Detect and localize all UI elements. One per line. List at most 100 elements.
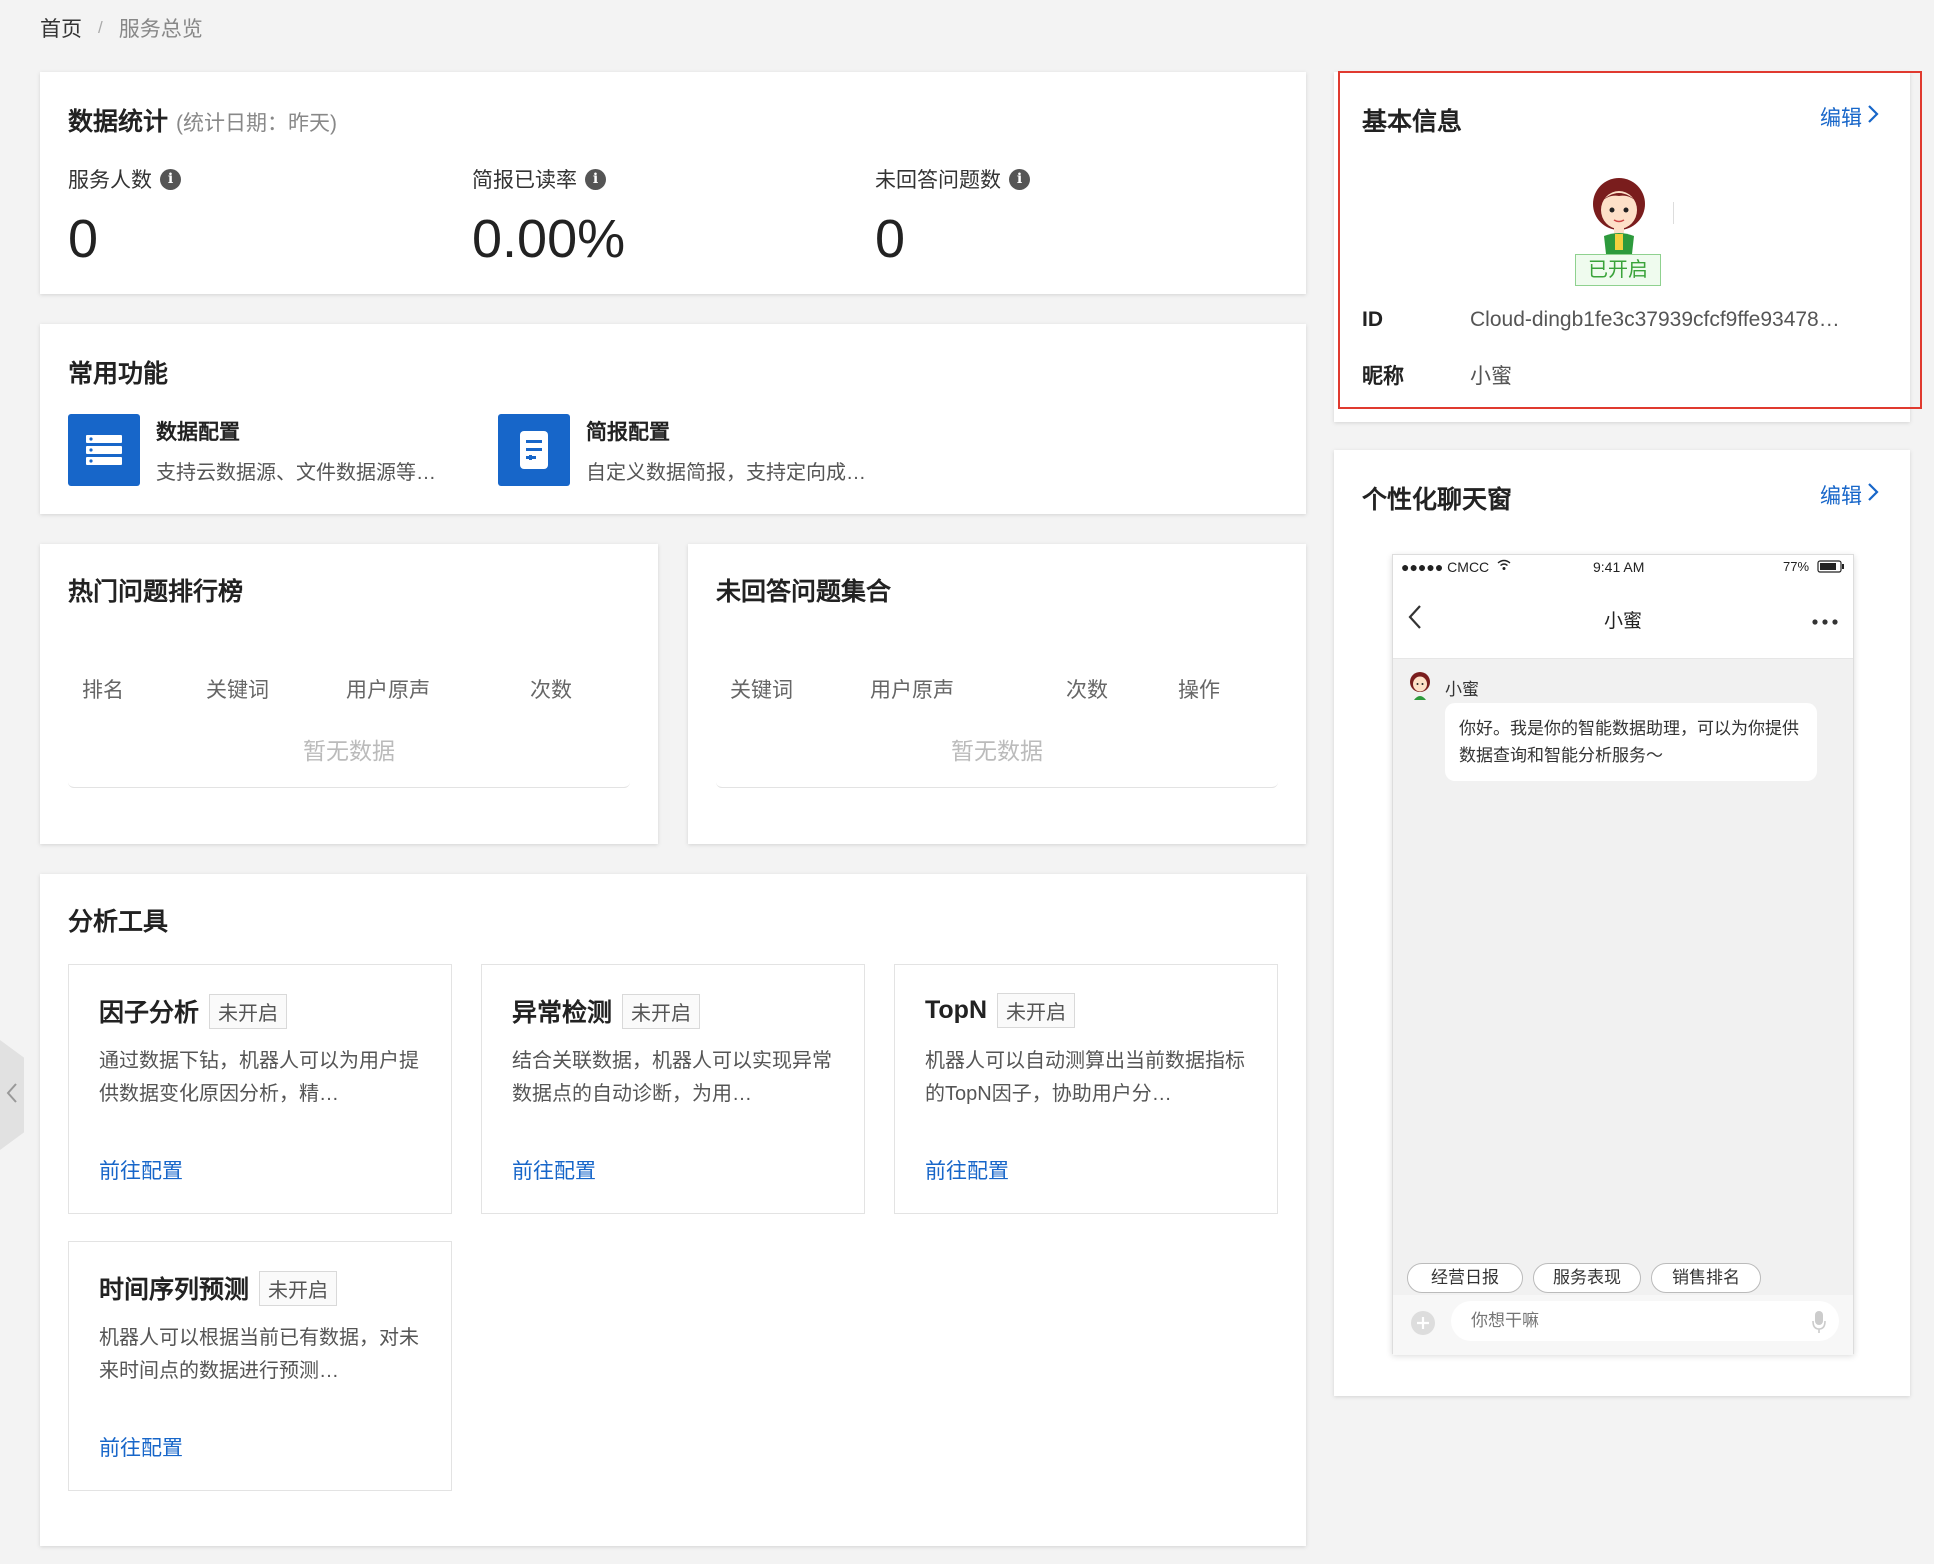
sidebar-collapse-handle[interactable] <box>0 1040 24 1150</box>
avatar <box>1584 174 1654 263</box>
status-badge: 未开启 <box>259 1270 338 1306</box>
tool-name: TopN <box>925 996 988 1024</box>
chevron-right-icon <box>1866 104 1880 130</box>
column-header: 次数 <box>1066 679 1108 702</box>
tool-anomaly-detection: 异常检测 未开启 结合关联数据，机器人可以实现异常数据点的自动诊断，为用… 前往… <box>481 964 865 1214</box>
stat-value: 0.00% <box>472 209 626 269</box>
configure-link[interactable]: 前往配置 <box>99 1432 183 1462</box>
status-badge: 未开启 <box>997 993 1076 1028</box>
breadcrumb: 首页 / 服务总览 <box>40 10 203 46</box>
empty-placeholder: 暂无数据 <box>68 714 630 788</box>
stats-card: 数据统计 (统计日期：昨天) 服务人数 i 0 简报已读率 i 0.00% 未回答问题… <box>40 72 1306 294</box>
analysis-tools-card: 分析工具 因子分析 未开启 通过数据下钻，机器人可以为用户提供数据变化原因分析，… <box>40 874 1306 1546</box>
chat-bubble: 你好。我是你的智能数据助理，可以为你提供数据查询和智能分析服务～ <box>1445 703 1817 781</box>
hot-title: 热门问题排行榜 <box>68 578 244 606</box>
stat-read-rate: 简报已读率 i 0.00% <box>472 164 625 266</box>
tool-factor-analysis: 因子分析 未开启 通过数据下钻，机器人可以为用户提供数据变化原因分析，精… 前往… <box>68 964 452 1214</box>
tools-title: 分析工具 <box>68 908 169 936</box>
add-icon[interactable] <box>1409 1309 1437 1342</box>
column-header: 用户原声 <box>870 679 954 702</box>
clock-label: 9:41 AM <box>1593 559 1645 575</box>
chat-title: 个性化聊天窗 <box>1362 486 1513 514</box>
stat-label: 服务人数 <box>68 169 152 192</box>
bot-name: 小蜜 <box>1445 680 1479 699</box>
table-header: 关键词 用户原声 次数 操作 <box>716 664 1278 714</box>
basic-info-card: 基本信息 编辑 已开启 ID Cloud-dingb1fe3c37939cfcf… <box>1334 72 1910 422</box>
common-title: 常用功能 <box>68 360 169 388</box>
stat-label: 未回答问题数 <box>875 169 1001 192</box>
hot-questions-card: 热门问题排行榜 排名 关键词 用户原声 次数 暂无数据 <box>40 544 658 844</box>
unanswered-questions-card: 未回答问题集合 关键词 用户原声 次数 操作 暂无数据 <box>688 544 1306 844</box>
tool-topn: TopN 未开启 机器人可以自动测算出当前数据指标的TopN因子，协助用户分… … <box>894 964 1278 1214</box>
configure-link[interactable]: 前往配置 <box>925 1155 1009 1185</box>
breadcrumb-current: 服务总览 <box>118 18 203 41</box>
phone-status-bar: ●●●●● CMCC 9:41 AM 77% <box>1393 555 1853 579</box>
list-icon <box>68 414 140 486</box>
stats-title: 数据统计 (统计日期：昨天) <box>68 102 337 138</box>
edit-chat-button[interactable]: 编辑 <box>1820 480 1880 510</box>
table-header: 排名 关键词 用户原声 次数 <box>68 664 630 714</box>
report-config-shortcut[interactable]: 简报配置 自定义数据简报，支持定向成… <box>498 414 866 486</box>
tool-name: 异常检测 <box>512 999 613 1027</box>
divider <box>1673 202 1674 224</box>
info-icon[interactable]: i <box>160 168 181 190</box>
phone-nav-bar: 小蜜 <box>1393 579 1853 659</box>
stats-title-text: 数据统计 <box>68 108 169 136</box>
chevron-left-icon <box>6 1082 18 1109</box>
func-name: 简报配置 <box>586 420 670 444</box>
microphone-icon[interactable] <box>1811 1309 1827 1340</box>
quick-reply-chip[interactable]: 销售排名 <box>1651 1263 1761 1293</box>
document-icon <box>498 414 570 486</box>
empty-placeholder: 暂无数据 <box>716 714 1278 788</box>
stat-label: 简报已读率 <box>472 169 577 192</box>
stat-service-users: 服务人数 i 0 <box>68 164 181 266</box>
chat-nav-title: 小蜜 <box>1603 611 1642 632</box>
info-icon[interactable]: i <box>585 168 606 190</box>
stats-subtitle: (统计日期：昨天) <box>176 112 338 135</box>
status-badge: 未开启 <box>622 993 701 1029</box>
tool-desc: 结合关联数据，机器人可以实现异常数据点的自动诊断，为用… <box>512 1050 832 1105</box>
more-icon[interactable] <box>1811 613 1839 631</box>
column-header: 次数 <box>530 679 572 702</box>
column-header: 关键词 <box>730 679 793 702</box>
func-name: 数据配置 <box>156 420 240 444</box>
stat-unanswered: 未回答问题数 i 0 <box>875 164 1030 266</box>
id-value: Cloud-dingb1fe3c37939cfcf9ffe93478… <box>1470 308 1840 331</box>
common-functions-card: 常用功能 数据配置 支持云数据源、文件数据源等… 简报配置 自定义数据简报，支持… <box>40 324 1306 514</box>
quick-reply-chip[interactable]: 经营日报 <box>1407 1263 1523 1293</box>
info-icon[interactable]: i <box>1009 168 1030 190</box>
battery-icon <box>1817 560 1845 576</box>
breadcrumb-home[interactable]: 首页 <box>40 13 82 43</box>
id-label: ID <box>1362 308 1383 331</box>
tool-name: 因子分析 <box>99 999 200 1027</box>
nickname-value: 小蜜 <box>1470 365 1512 388</box>
carrier-label: ●●●●● CMCC <box>1401 559 1490 575</box>
battery-label: 77% <box>1783 559 1810 574</box>
column-header: 操作 <box>1178 679 1220 702</box>
tool-desc: 机器人可以自动测算出当前数据指标的TopN因子，协助用户分… <box>925 1050 1245 1105</box>
tool-name: 时间序列预测 <box>99 1276 250 1304</box>
wifi-icon <box>1497 558 1511 574</box>
tool-desc: 机器人可以根据当前已有数据，对未来时间点的数据进行预测… <box>99 1327 419 1382</box>
configure-link[interactable]: 前往配置 <box>512 1155 596 1185</box>
edit-basic-button[interactable]: 编辑 <box>1820 102 1880 132</box>
status-badge: 未开启 <box>209 993 288 1029</box>
status-badge: 已开启 <box>1575 254 1661 286</box>
bot-avatar <box>1407 671 1433 706</box>
column-header: 排名 <box>82 679 124 702</box>
phone-preview: ●●●●● CMCC 9:41 AM 77% 小蜜 小蜜 你好。我是你的智能数据… <box>1392 554 1854 1355</box>
basic-title: 基本信息 <box>1362 108 1463 136</box>
data-config-shortcut[interactable]: 数据配置 支持云数据源、文件数据源等… <box>68 414 436 486</box>
chat-input-bar <box>1393 1295 1853 1355</box>
stat-value: 0 <box>875 209 906 269</box>
quick-reply-chip[interactable]: 服务表现 <box>1533 1263 1641 1293</box>
column-header: 关键词 <box>206 679 269 702</box>
configure-link[interactable]: 前往配置 <box>99 1155 183 1185</box>
breadcrumb-separator: / <box>98 18 103 37</box>
unanswered-title: 未回答问题集合 <box>716 578 892 606</box>
chat-input[interactable] <box>1451 1301 1839 1341</box>
nickname-label: 昵称 <box>1362 365 1404 388</box>
edit-label: 编辑 <box>1820 485 1862 508</box>
tool-desc: 通过数据下钻，机器人可以为用户提供数据变化原因分析，精… <box>99 1050 419 1105</box>
tool-time-series-forecast: 时间序列预测 未开启 机器人可以根据当前已有数据，对未来时间点的数据进行预测… … <box>68 1241 452 1491</box>
